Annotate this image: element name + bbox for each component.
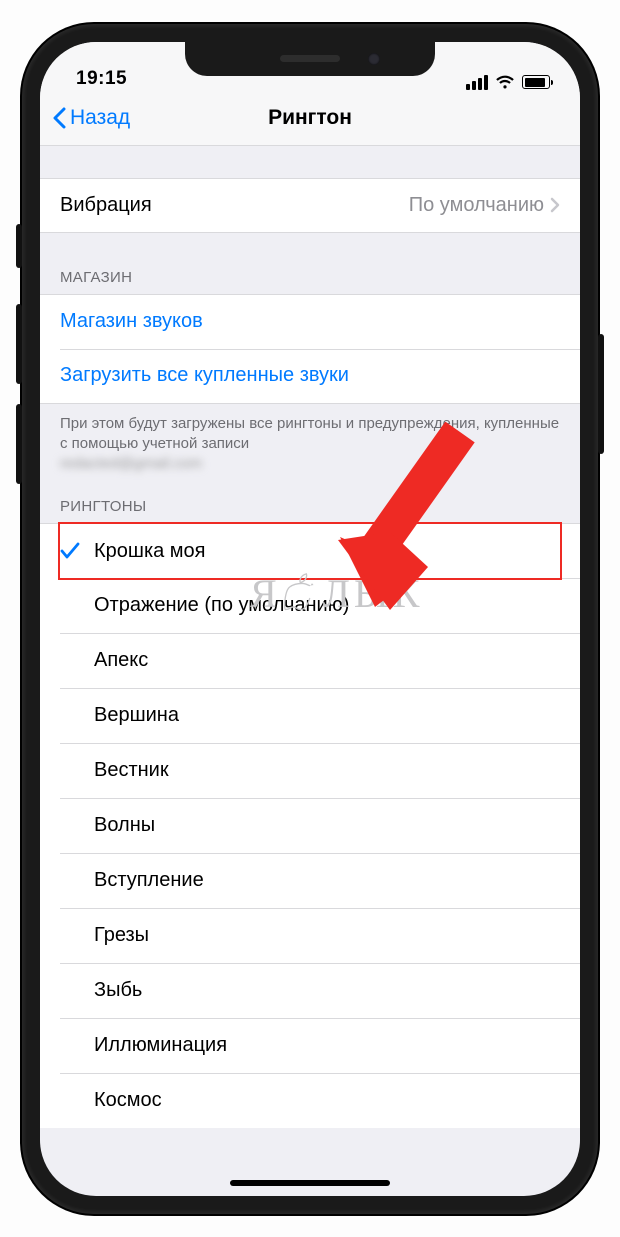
ringtone-item[interactable]: Вестник: [40, 743, 580, 798]
phone-frame: 19:15 Назад Рингтон Вибрация По умолчани…: [22, 24, 598, 1214]
ringtones-header: РИНГТОНЫ: [40, 498, 580, 523]
status-time: 19:15: [76, 68, 127, 90]
volume-up-button: [16, 304, 22, 384]
ringtone-item[interactable]: Вершина: [40, 688, 580, 743]
ringtone-item[interactable]: Волны: [40, 798, 580, 853]
volume-down-button: [16, 404, 22, 484]
ringtone-label: Зыбь: [94, 979, 142, 1002]
ringtones-section: РИНГТОНЫ Крошка моя Отражение (по умолча…: [40, 498, 580, 1128]
download-all-link[interactable]: Загрузить все купленные звуки: [40, 349, 580, 404]
screen: 19:15 Назад Рингтон Вибрация По умолчани…: [40, 42, 580, 1196]
cellular-signal-icon: [466, 75, 488, 90]
ringtone-item-selected[interactable]: Крошка моя: [40, 523, 580, 578]
notch: [185, 42, 435, 76]
vibration-cell[interactable]: Вибрация По умолчанию: [40, 178, 580, 233]
sound-store-link[interactable]: Магазин звуков: [40, 294, 580, 349]
ringtone-item[interactable]: Вступление: [40, 853, 580, 908]
ringtone-item[interactable]: Зыбь: [40, 963, 580, 1018]
vibration-value: По умолчанию: [409, 194, 560, 217]
status-icons: [466, 75, 550, 90]
store-header: МАГАЗИН: [40, 269, 580, 294]
speaker-grille: [280, 55, 340, 62]
ringtone-item[interactable]: Отражение (по умолчанию): [40, 578, 580, 633]
store-section: МАГАЗИН Магазин звуков Загрузить все куп…: [40, 269, 580, 475]
ringtone-label: Грезы: [94, 924, 149, 947]
account-email-blurred: redacted@gmail.com: [60, 454, 202, 474]
back-label: Назад: [70, 106, 130, 130]
front-camera: [368, 53, 380, 65]
ringtone-label: Апекс: [94, 649, 148, 672]
ringtone-label: Отражение (по умолчанию): [94, 594, 349, 617]
back-button[interactable]: Назад: [52, 106, 130, 130]
ringtone-item[interactable]: Космос: [40, 1073, 580, 1128]
ringtone-label: Вестник: [94, 759, 169, 782]
store-footer: При этом будут загружены все рингтоны и …: [40, 404, 580, 475]
ringtone-label: Иллюминация: [94, 1034, 227, 1057]
chevron-left-icon: [52, 107, 66, 129]
ringtone-item[interactable]: Иллюминация: [40, 1018, 580, 1073]
battery-icon: [522, 75, 550, 89]
ringtone-label: Вершина: [94, 704, 179, 727]
vibration-label: Вибрация: [60, 194, 152, 217]
ringtone-label: Крошка моя: [94, 540, 206, 563]
nav-bar: Назад Рингтон: [40, 92, 580, 146]
ringtone-item[interactable]: Апекс: [40, 633, 580, 688]
checkmark-icon: [60, 542, 80, 560]
ringtone-item[interactable]: Грезы: [40, 908, 580, 963]
page-title: Рингтон: [268, 106, 352, 130]
content[interactable]: Вибрация По умолчанию МАГАЗИН Магазин зв…: [40, 178, 580, 1129]
chevron-right-icon: [550, 197, 560, 213]
home-indicator[interactable]: [230, 1180, 390, 1186]
power-button: [598, 334, 604, 454]
ringtone-label: Космос: [94, 1089, 162, 1112]
mute-switch: [16, 224, 22, 268]
ringtone-label: Волны: [94, 814, 155, 837]
wifi-icon: [495, 75, 515, 90]
ringtone-label: Вступление: [94, 869, 204, 892]
